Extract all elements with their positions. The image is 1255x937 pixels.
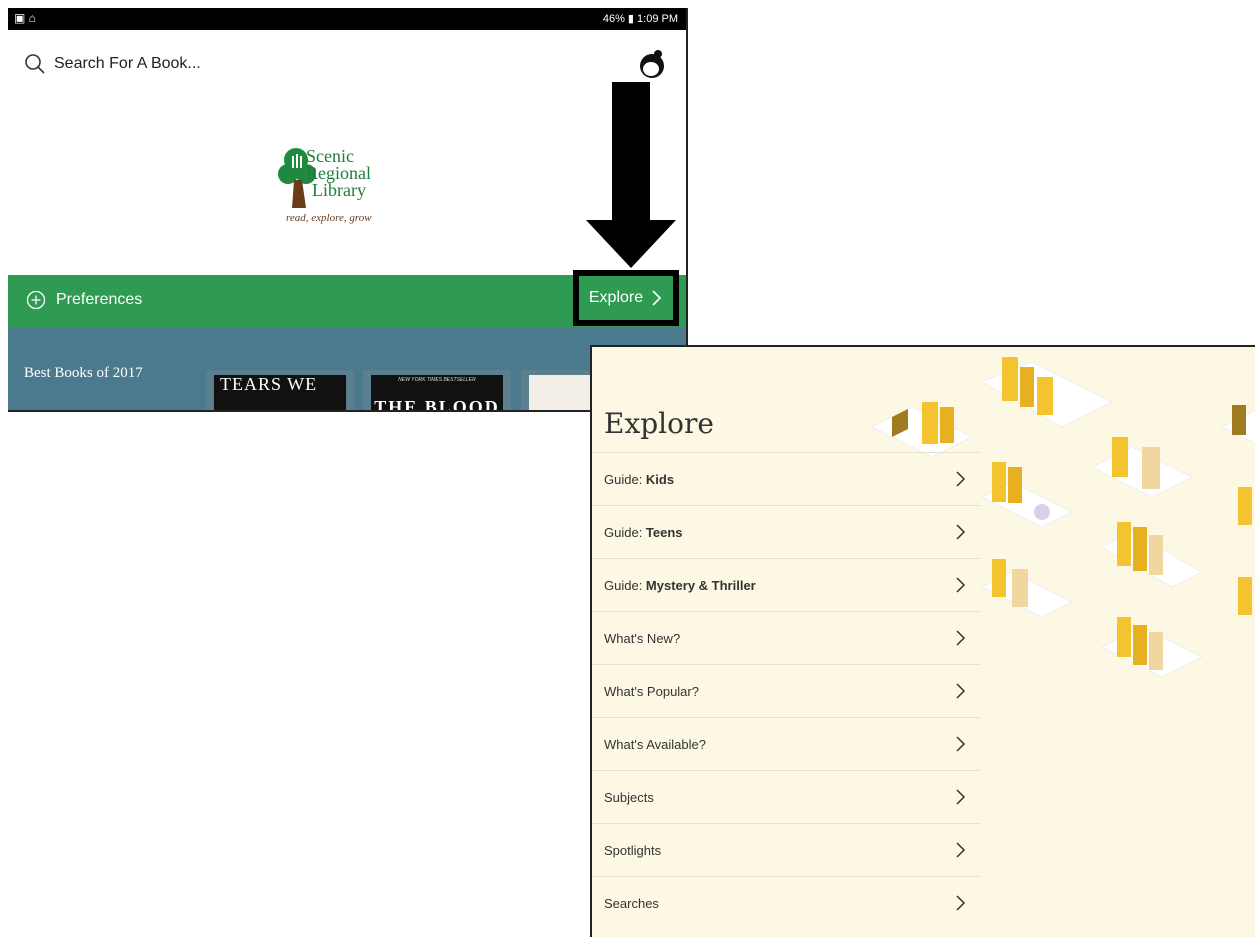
logo-text: Scenic Regional Library [306, 147, 371, 200]
preferences-button[interactable]: Preferences [26, 290, 142, 310]
explore-menu: Guide: Kids Guide: Teens Guide: Mystery … [592, 452, 980, 929]
menu-item-whats-popular[interactable]: What's Popular? [592, 664, 980, 717]
menu-item-label: What's Available? [604, 736, 706, 752]
menu-item-label: Spotlights [604, 842, 662, 858]
book-cover-banner: NEW YORK TIMES BESTSELLER [398, 377, 476, 383]
explore-panel: Explore Guide: Kids Guide: Teens Guide: … [590, 345, 1255, 937]
search-placeholder[interactable]: Search For A Book... [54, 55, 201, 73]
plus-circle-icon [26, 290, 46, 310]
logo-tagline: read, explore, grow [286, 212, 372, 224]
menu-item-label: Searches [604, 895, 659, 911]
menu-item-subjects[interactable]: Subjects [592, 770, 980, 823]
avatar-icon[interactable] [636, 48, 668, 80]
preferences-label: Preferences [56, 291, 143, 308]
menu-item-label: What's Popular? [604, 683, 699, 699]
chevron-right-icon [652, 290, 662, 306]
best-books-row: Best Books of 2017 TEARS WE NEW YORK TIM… [8, 327, 686, 412]
book-cover-title: THE BLOOD OF [374, 397, 500, 412]
explore-button[interactable]: Explore [573, 270, 679, 326]
status-bar-info: 46% ▮ 1:09 PM [602, 13, 678, 25]
chevron-right-icon [956, 630, 966, 646]
home-screen: ▣ ⌂ 46% ▮ 1:09 PM Search For A Book... S… [8, 8, 688, 412]
chevron-right-icon [956, 683, 966, 699]
logo-line-3: Library [312, 180, 366, 200]
menu-item-label: Guide: Mystery & Thriller [604, 577, 756, 593]
book-cover-title: TEARS WE [220, 375, 318, 394]
menu-item-label: Guide: Teens [604, 524, 683, 540]
menu-item-guide-teens[interactable]: Guide: Teens [592, 505, 980, 558]
best-books-title[interactable]: Best Books of 2017 [24, 363, 144, 384]
menu-item-label: Guide: Kids [604, 471, 675, 487]
chevron-right-icon [956, 736, 966, 752]
chevron-right-icon [956, 842, 966, 858]
search-icon [25, 54, 45, 74]
down-arrow-annotation [586, 82, 676, 268]
chevron-right-icon [956, 471, 966, 487]
chevron-right-icon [956, 524, 966, 540]
menu-item-whats-available[interactable]: What's Available? [592, 717, 980, 770]
explore-button-label: Explore [588, 289, 644, 306]
menu-item-guide-mystery[interactable]: Guide: Mystery & Thriller [592, 558, 980, 611]
menu-item-label: What's New? [604, 630, 681, 646]
library-logo: Scenic Regional Library read, explore, g… [278, 146, 372, 224]
menu-item-spotlights[interactable]: Spotlights [592, 823, 980, 876]
menu-item-guide-kids[interactable]: Guide: Kids [592, 452, 980, 505]
notification-icons: ▣ ⌂ [14, 11, 36, 25]
chevron-right-icon [956, 895, 966, 911]
menu-item-whats-new[interactable]: What's New? [592, 611, 980, 664]
book-cover[interactable]: TEARS WE [206, 370, 354, 410]
menu-item-label: Subjects [604, 789, 654, 805]
status-bar: ▣ ⌂ 46% ▮ 1:09 PM [8, 8, 686, 30]
book-cover[interactable]: NEW YORK TIMES BESTSELLER THE BLOOD OF [363, 370, 511, 412]
search-bar[interactable]: Search For A Book... [24, 50, 201, 78]
menu-item-searches[interactable]: Searches [592, 876, 980, 929]
explore-title: Explore [604, 407, 714, 440]
chevron-right-icon [956, 577, 966, 593]
chevron-right-icon [956, 789, 966, 805]
